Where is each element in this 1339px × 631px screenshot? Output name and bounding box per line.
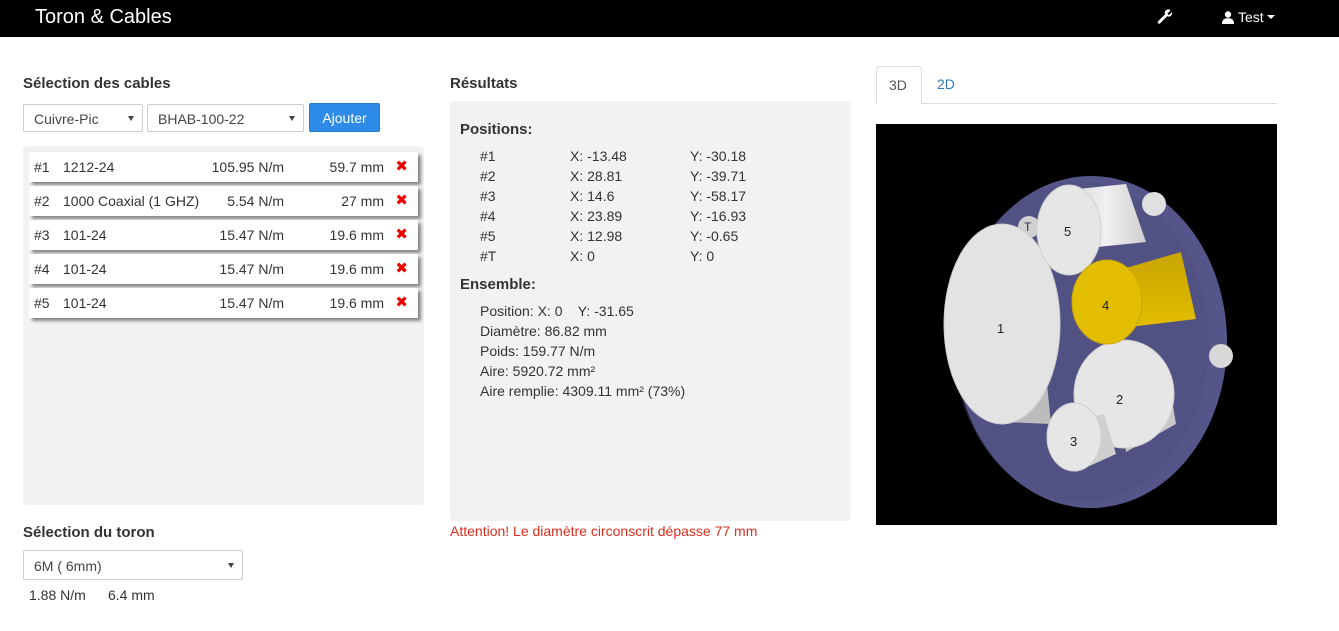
position-row: #3 X: 14.6 Y: -58.17 — [480, 188, 840, 208]
position-y: Y: -39.71 — [690, 168, 747, 184]
cable-number: #2 — [34, 193, 50, 209]
ensemble-filled-area: Aire remplie: 4309.11 mm² (73%) — [480, 383, 686, 399]
cable-name: 101-24 — [63, 261, 107, 277]
tab-2d[interactable]: 2D — [922, 66, 970, 104]
delete-icon[interactable]: ✖ — [395, 191, 408, 209]
cable-name: 1000 Coaxial (1 GHZ) — [63, 193, 200, 209]
position-y: Y: 0 — [690, 248, 715, 264]
position-x: X: 14.6 — [570, 188, 615, 204]
position-x: X: 12.98 — [570, 228, 623, 244]
cable-row[interactable]: #3 101-24 15.47 N/m 19.6 mm ✖ — [29, 220, 418, 250]
delete-icon[interactable]: ✖ — [395, 157, 408, 175]
position-row: #4 X: 23.89 Y: -16.93 — [480, 208, 840, 228]
diameter-warning: Attention! Le diamètre circonscrit dépas… — [450, 523, 758, 539]
cable-weight: 105.95 N/m — [211, 159, 284, 175]
position-row: #1 X: -13.48 Y: -30.18 — [480, 148, 840, 168]
cable-list: #1 1212-24 105.95 N/m 59.7 mm ✖ #2 1000 … — [23, 146, 424, 505]
ensemble-heading: Ensemble: — [460, 276, 536, 293]
cable-weight: 15.47 N/m — [219, 227, 284, 243]
toron-diameter: 6.4 mm — [108, 587, 155, 603]
position-id: #5 — [480, 228, 496, 244]
tab-3d[interactable]: 3D — [876, 66, 922, 104]
position-id: #4 — [480, 208, 496, 224]
positions-heading: Positions: — [460, 121, 533, 138]
position-y: Y: -0.65 — [690, 228, 739, 244]
position-id: #T — [480, 248, 497, 264]
dropdown-arrow-icon — [289, 116, 295, 121]
delete-icon[interactable]: ✖ — [395, 259, 408, 277]
toron-select[interactable]: 6M ( 6mm) — [23, 550, 243, 580]
wrench-icon[interactable] — [1157, 9, 1173, 25]
ensemble-position: Position: X: 0 Y: -31.65 — [480, 303, 634, 319]
position-id: #1 — [480, 148, 496, 164]
position-y: Y: -16.93 — [690, 208, 747, 224]
cable-row[interactable]: #4 101-24 15.47 N/m 19.6 mm ✖ — [29, 254, 418, 284]
toron-selection-title: Sélection du toron — [23, 524, 155, 541]
cable-selection-title: Sélection des cables — [23, 75, 171, 92]
viewer-tabs: 3D 2D — [876, 66, 1277, 104]
cable-number: #1 — [34, 159, 50, 175]
cable-weight: 15.47 N/m — [219, 261, 284, 277]
cable-name: 101-24 — [63, 295, 107, 311]
cable-weight: 15.47 N/m — [219, 295, 284, 311]
cable-4-label: 4 — [1102, 298, 1109, 313]
user-name: Test — [1238, 9, 1264, 25]
dropdown-arrow-icon — [228, 563, 234, 568]
position-row: #T X: 0 Y: 0 — [480, 248, 840, 268]
position-x: X: 0 — [570, 248, 595, 264]
ensemble-diameter: Diamètre: 86.82 mm — [480, 323, 607, 339]
cable-5-label: 5 — [1064, 224, 1071, 239]
position-y: Y: -58.17 — [690, 188, 747, 204]
position-x: X: 28.81 — [570, 168, 623, 184]
user-menu[interactable]: Test — [1222, 9, 1275, 25]
toron-weight: 1.88 N/m — [29, 587, 86, 603]
add-button[interactable]: Ajouter — [309, 103, 380, 132]
position-id: #3 — [480, 188, 496, 204]
position-row: #5 X: 12.98 Y: -0.65 — [480, 228, 840, 248]
ensemble-area: Aire: 5920.72 mm² — [480, 363, 596, 379]
position-y: Y: -30.18 — [690, 148, 747, 164]
cable-row[interactable]: #1 1212-24 105.95 N/m 59.7 mm ✖ — [29, 152, 418, 182]
cable-diameter: 19.6 mm — [329, 295, 384, 311]
results-title: Résultats — [450, 75, 518, 92]
cable-diameter: 19.6 mm — [329, 261, 384, 277]
navbar: Toron & Cables Test — [0, 0, 1339, 37]
toron-select-value: 6M ( 6mm) — [34, 558, 102, 574]
cable-name: 1212-24 — [63, 159, 115, 175]
position-row: #2 X: 28.81 Y: -39.71 — [480, 168, 840, 188]
cable-row[interactable]: #2 1000 Coaxial (1 GHZ) 5.54 N/m 27 mm ✖ — [29, 186, 418, 216]
cable-diameter: 19.6 mm — [329, 227, 384, 243]
material-select-value: Cuivre-Pic — [34, 111, 99, 127]
cable-row[interactable]: #5 101-24 15.47 N/m 19.6 mm ✖ — [29, 288, 418, 318]
user-icon — [1222, 10, 1234, 24]
cable-3-label: 3 — [1070, 434, 1077, 449]
caret-down-icon — [1266, 15, 1275, 19]
dropdown-arrow-icon — [128, 116, 134, 121]
delete-icon[interactable]: ✖ — [395, 225, 408, 243]
cable-number: #3 — [34, 227, 50, 243]
results-panel: Positions: #1 X: -13.48 Y: -30.18 #2 X: … — [450, 101, 851, 521]
cable-weight: 5.54 N/m — [227, 193, 284, 209]
3d-viewer[interactable]: T 1 5 2 3 4 — [876, 124, 1277, 525]
cable-type-select-value: BHAB-100-22 — [158, 111, 245, 127]
cable-bundle-render: T 1 5 2 3 4 — [943, 176, 1233, 508]
position-id: #2 — [480, 168, 496, 184]
cable-name: 101-24 — [63, 227, 107, 243]
delete-icon[interactable]: ✖ — [395, 293, 408, 311]
cable-diameter: 59.7 mm — [329, 159, 384, 175]
brand-title[interactable]: Toron & Cables — [35, 6, 172, 29]
cable-type-select[interactable]: BHAB-100-22 — [147, 104, 304, 132]
position-x: X: 23.89 — [570, 208, 623, 224]
cable-2-label: 2 — [1116, 392, 1123, 407]
ensemble-weight: Poids: 159.77 N/m — [480, 343, 596, 359]
cable-diameter: 27 mm — [341, 193, 384, 209]
cable-number: #4 — [34, 261, 50, 277]
cable-number: #5 — [34, 295, 50, 311]
position-x: X: -13.48 — [570, 148, 627, 164]
material-select[interactable]: Cuivre-Pic — [23, 104, 143, 132]
cable-1-label: 1 — [997, 321, 1004, 336]
